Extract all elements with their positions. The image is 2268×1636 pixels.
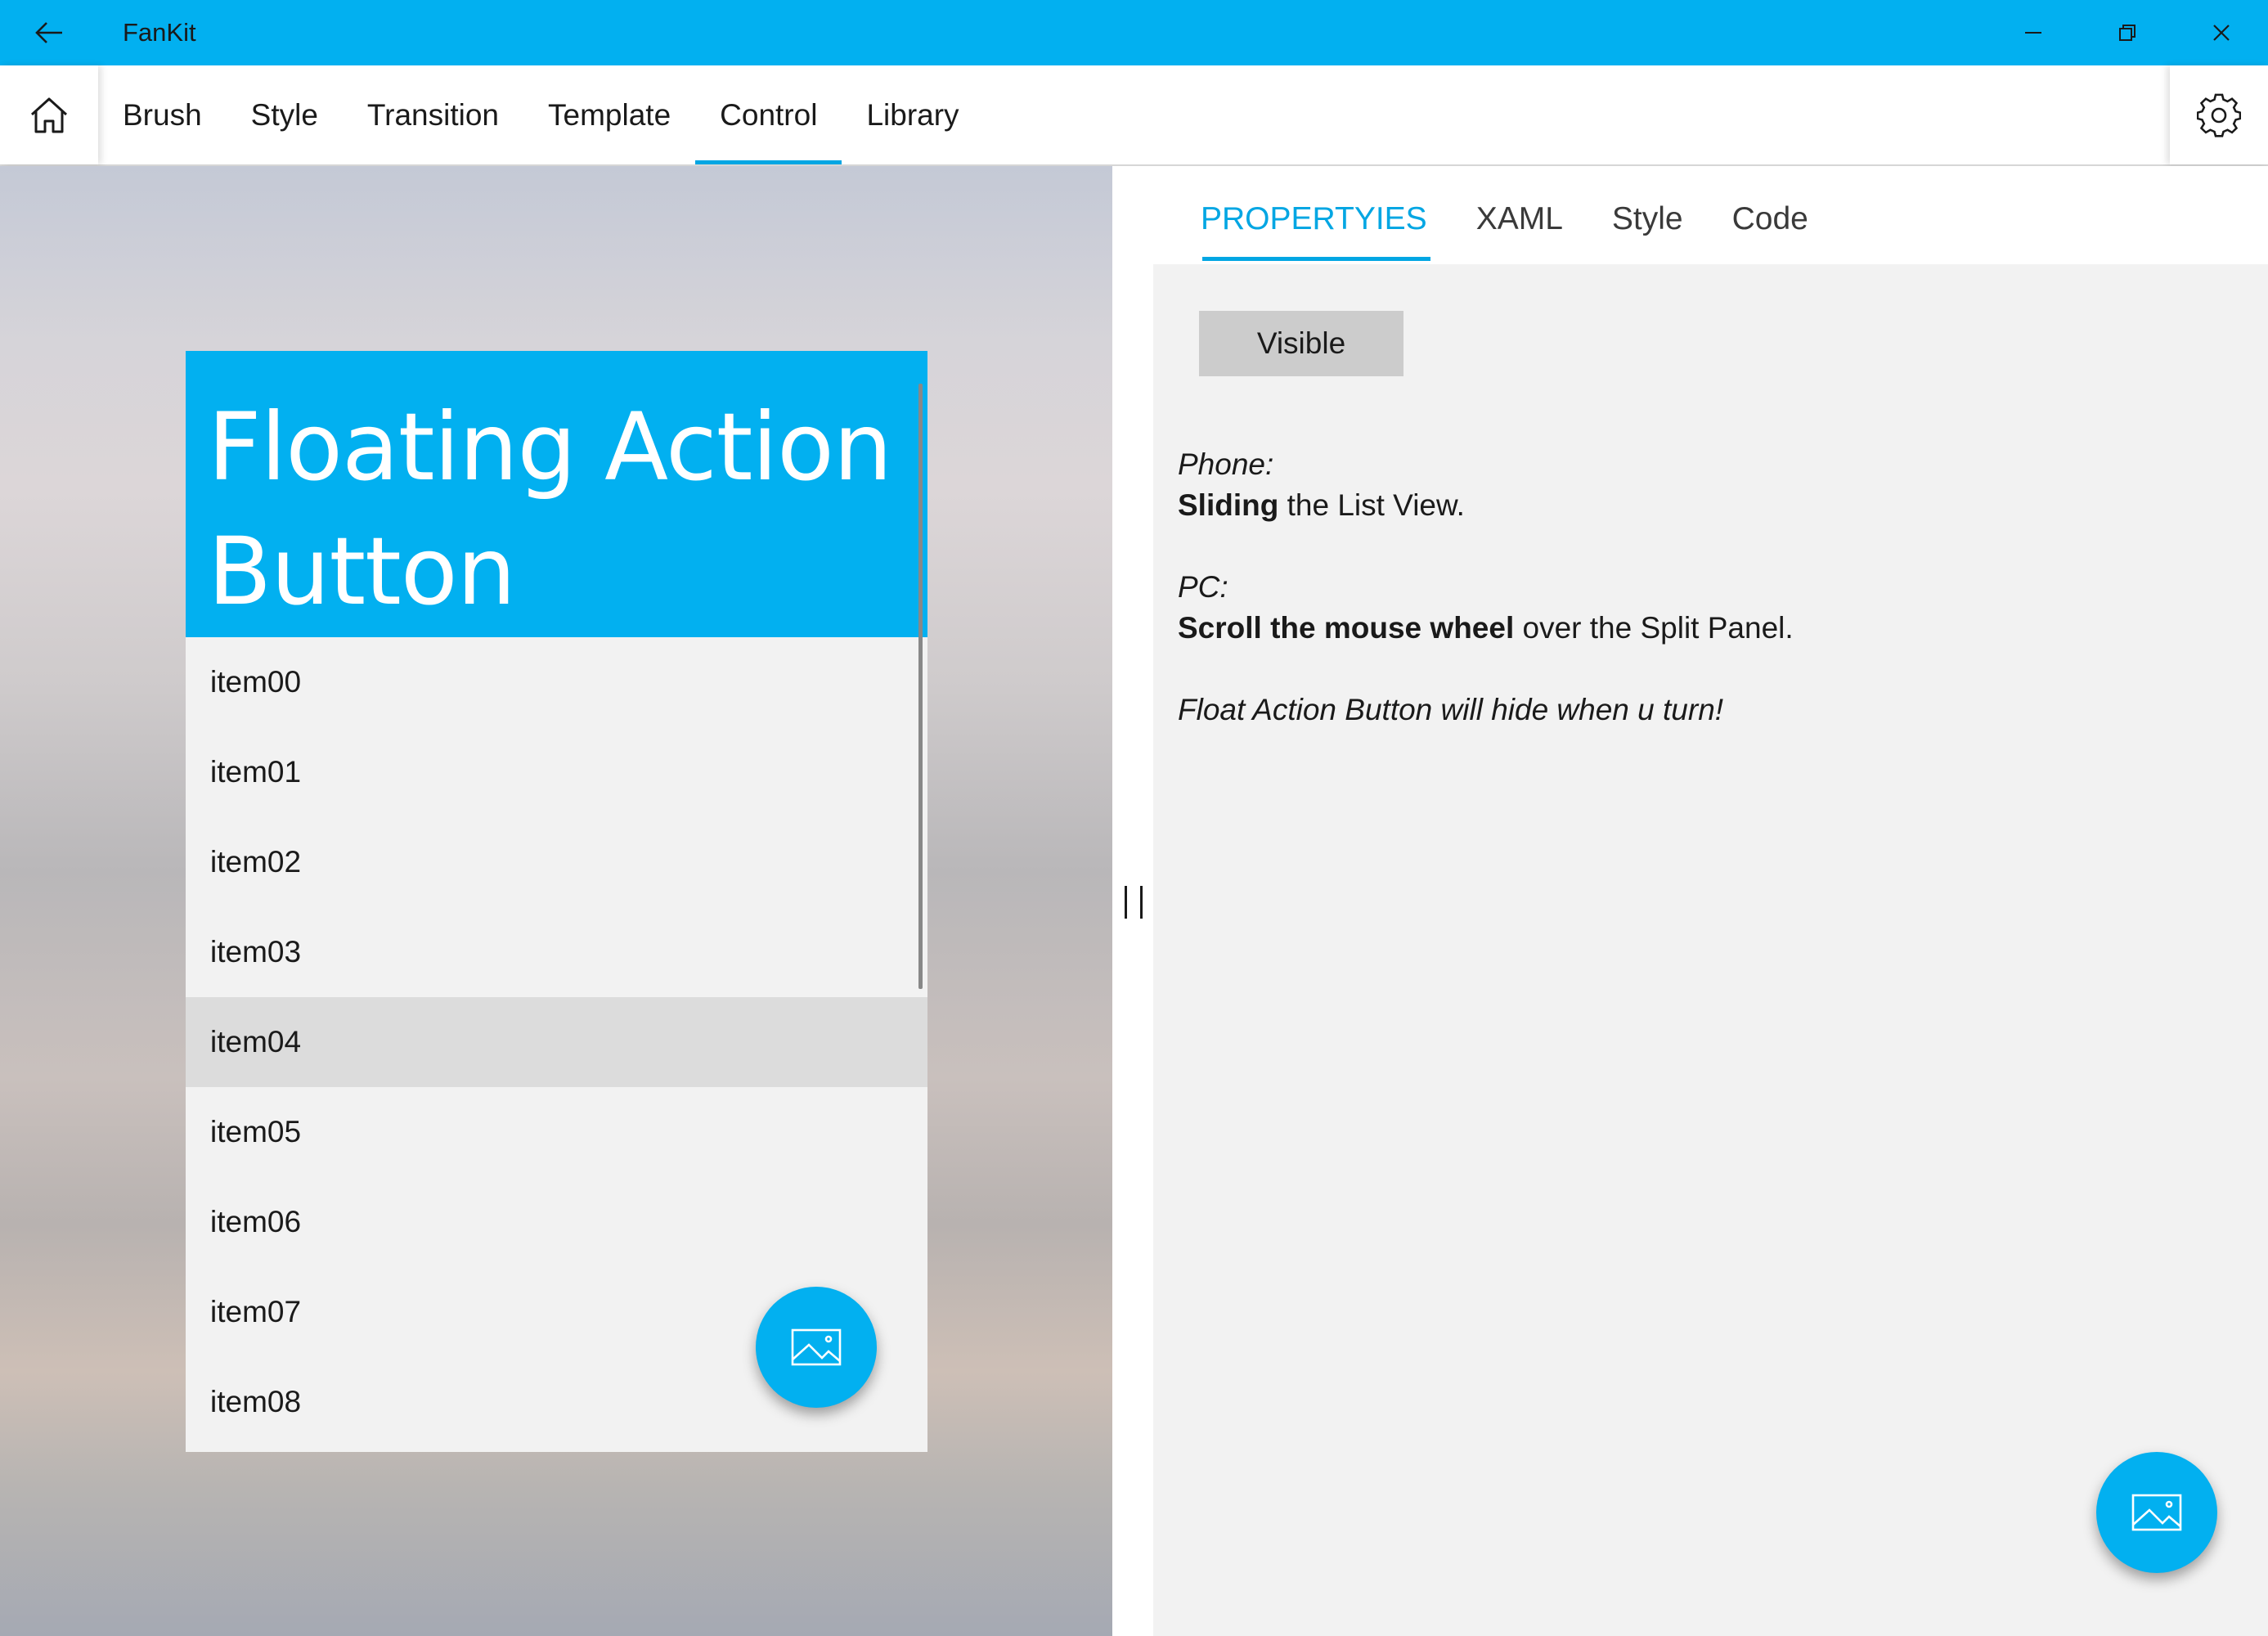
home-icon [30,97,68,133]
list-item[interactable]: item05 [186,1087,927,1177]
splitter-grip-icon[interactable] [1125,886,1143,919]
settings-button[interactable] [2170,65,2268,164]
back-button[interactable] [25,11,74,54]
image-icon [2131,1494,2182,1531]
tab-style-code[interactable]: Style [1588,166,1708,264]
minimize-icon [2024,32,2041,34]
fab-note: Float Action Button will hide when u tur… [1178,693,1724,726]
list-item[interactable]: item06 [186,1177,927,1267]
phone-label: Phone: [1178,447,1274,481]
image-icon [791,1328,842,1366]
tab-transition[interactable]: Transition [343,65,523,164]
phone-header: Floating Action Button [186,351,927,637]
list-scrollbar[interactable] [918,384,923,989]
phone-header-title: Floating Action Button [208,385,927,634]
phone-bold-text: Sliding [1178,488,1279,522]
title-bar: FanKit [0,0,2268,65]
phone-fab-button[interactable] [756,1287,877,1408]
visible-toggle-button[interactable]: Visible [1199,311,1403,376]
tab-code[interactable]: Code [1708,166,1833,264]
list-item[interactable]: item03 [186,907,927,997]
restore-icon [2118,25,2136,41]
tab-library[interactable]: Library [842,65,983,164]
pc-text: over the Split Panel. [1514,611,1794,645]
gear-icon [2197,93,2241,137]
preview-panel: Floating Action Button item00 item01 ite… [0,166,1112,1636]
tab-template[interactable]: Template [523,65,695,164]
details-tabs: PROPERTYIES XAML Style Code [1153,166,2268,264]
tab-control[interactable]: Control [695,65,842,164]
main-fab-button[interactable] [2096,1452,2217,1573]
back-arrow-icon [35,22,62,43]
split-handle[interactable] [1112,166,1153,1636]
minimize-button[interactable] [1986,0,2080,65]
tab-style[interactable]: Style [227,65,343,164]
list-item[interactable]: item02 [186,817,927,907]
details-panel: PROPERTYIES XAML Style Code Visible Phon… [1153,166,2268,1636]
close-button[interactable] [2174,0,2268,65]
tab-xaml[interactable]: XAML [1452,166,1588,264]
list-item[interactable]: item00 [186,637,927,727]
tab-properties[interactable]: PROPERTYIES [1176,166,1452,264]
pc-bold-text: Scroll the mouse wheel [1178,611,1515,645]
instructions: Phone: Sliding the List View. PC: Scroll… [1178,444,1794,730]
nav-tabs: Brush Style Transition Template Control … [98,65,984,164]
list-item[interactable]: item01 [186,727,927,817]
home-button[interactable] [0,65,98,164]
pc-label: PC: [1178,570,1228,604]
tab-brush[interactable]: Brush [98,65,227,164]
nav-bar: Brush Style Transition Template Control … [0,65,2268,166]
list-item-selected[interactable]: item04 [186,997,927,1087]
phone-text: the List View. [1278,488,1465,522]
app-title: FanKit [123,18,196,47]
header-line-2: Button [208,517,516,626]
header-line-1: Floating Action [208,393,892,501]
close-icon [2212,25,2230,41]
restore-button[interactable] [2080,0,2174,65]
